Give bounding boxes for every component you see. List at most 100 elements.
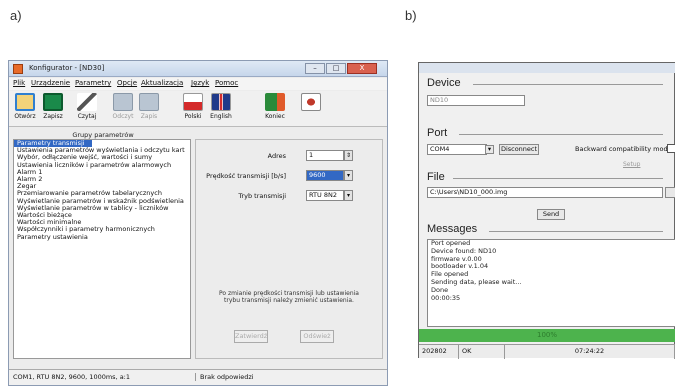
- device-select[interactable]: ND10: [427, 95, 525, 106]
- menu-file[interactable]: Plik: [13, 79, 25, 87]
- list-item[interactable]: Wybór, odłączenie wejść, wartości i sumy: [14, 154, 190, 161]
- refresh-button[interactable]: Odśwież: [300, 330, 334, 343]
- panel-label-a: a): [10, 8, 22, 23]
- menu-bar: Plik Urządzenie Parametry Opcje Aktualiz…: [9, 78, 387, 90]
- browse-button[interactable]: [665, 187, 675, 198]
- menu-help[interactable]: Pomoc: [215, 79, 238, 87]
- exit-button[interactable]: Koniec: [263, 93, 287, 125]
- port-dropdown-icon[interactable]: ▾: [485, 145, 494, 154]
- response-status: Brak odpowiedzi: [195, 373, 254, 381]
- send-button[interactable]: Send: [537, 209, 565, 220]
- list-item[interactable]: Parametry transmisji: [14, 140, 92, 148]
- transmission-mode-select[interactable]: RTU 8N2: [306, 190, 344, 201]
- polish-language-button[interactable]: Polski: [181, 93, 205, 125]
- read-icon: [77, 93, 97, 111]
- address-label: Adres: [267, 152, 286, 160]
- status-bar: 202802 OK 07:24:22: [419, 344, 675, 359]
- menu-parameters[interactable]: Parametry: [75, 79, 111, 87]
- address-input[interactable]: 1: [306, 150, 344, 161]
- parameter-editor-pane: Adres 1 ⇕ Prędkość transmisji [b/s] 9600…: [195, 139, 383, 359]
- connect-button[interactable]: [299, 93, 323, 125]
- status-time: 07:24:22: [505, 345, 675, 359]
- window-title: Konfigurator - [ND30]: [29, 64, 105, 72]
- list-item[interactable]: Wartości minimalne: [14, 219, 190, 226]
- messages-section-label: Messages: [427, 223, 478, 235]
- transmission-mode-dropdown-icon[interactable]: ▾: [344, 190, 353, 201]
- log-line: 00:00:35: [431, 293, 461, 302]
- list-item[interactable]: Alarm 1: [14, 169, 190, 176]
- write-device-button[interactable]: Zapis: [137, 93, 161, 125]
- read-device-button[interactable]: Odczyt: [111, 93, 135, 125]
- port-select[interactable]: COM4: [427, 144, 487, 155]
- status-result: OK: [459, 345, 505, 359]
- save-button[interactable]: Zapisz: [41, 93, 65, 125]
- address-spinner[interactable]: ⇕: [344, 150, 353, 161]
- status-code: 202802: [419, 345, 459, 359]
- app-icon: [13, 64, 23, 74]
- english-label: English: [210, 113, 232, 120]
- toolbar: Otwórz Zapisz Czytaj Odczyt Zapis Polski…: [9, 91, 387, 127]
- connect-icon: [301, 93, 321, 111]
- menu-update[interactable]: Aktualizacja: [141, 79, 183, 87]
- divider: [473, 84, 663, 85]
- list-item[interactable]: Parametry ustawienia: [14, 234, 190, 241]
- baud-rate-dropdown-icon[interactable]: ▾: [344, 170, 353, 181]
- connection-status: COM1, RTU 8N2, 9600, 1000ms, a:1: [13, 373, 131, 381]
- messages-log: Port opened Device found: ND10 firmware …: [427, 239, 675, 327]
- backward-compatibility-label: Backward compatibility mode: [575, 145, 672, 153]
- list-item[interactable]: Współczynniki i parametry harmonicznych: [14, 226, 190, 233]
- progress-bar: 100%: [419, 329, 675, 342]
- log-line: Sending data, please wait...: [431, 277, 522, 286]
- list-item[interactable]: Wyświetlanie parametrów i wskaźnik podśw…: [14, 198, 190, 205]
- maximize-button[interactable]: □: [326, 63, 346, 74]
- read-device-icon: [113, 93, 133, 111]
- title-bar: Konfigurator - [ND30] – □ X: [9, 61, 387, 77]
- konfigurator-window: Konfigurator - [ND30] – □ X Plik Urządze…: [8, 60, 388, 386]
- disconnect-button[interactable]: Disconnect: [499, 144, 539, 155]
- divider: [453, 178, 663, 179]
- open-icon: [15, 93, 35, 111]
- title-bar: [419, 63, 675, 73]
- list-item[interactable]: Zegar: [14, 183, 190, 190]
- backward-compatibility-checkbox[interactable]: [667, 144, 675, 153]
- english-language-button[interactable]: English: [209, 93, 233, 125]
- file-path-input[interactable]: C:\Users\ND10_000.img: [427, 187, 663, 198]
- file-section-label: File: [427, 171, 445, 183]
- parameter-groups-header: Grupy parametrów: [72, 131, 134, 139]
- open-button[interactable]: Otwórz: [13, 93, 37, 125]
- baud-rate-label: Prędkość transmisji [b/s]: [206, 172, 286, 180]
- close-button[interactable]: X: [347, 63, 377, 74]
- polish-flag-icon: [183, 93, 203, 111]
- apply-button[interactable]: Zatwierdź: [234, 330, 268, 343]
- open-label: Otwórz: [14, 113, 36, 120]
- uk-flag-icon: [211, 93, 231, 111]
- port-section-label: Port: [427, 127, 448, 139]
- firmware-update-window: Device ND10 Port COM4 ▾ Disconnect Backw…: [418, 62, 675, 359]
- read-label: Czytaj: [77, 113, 97, 120]
- exit-icon: [265, 93, 285, 111]
- list-item[interactable]: Wyświetlanie parametrów w tablicy - licz…: [14, 205, 190, 212]
- menu-language[interactable]: Język: [191, 79, 209, 87]
- list-item[interactable]: Alarm 2: [14, 176, 190, 183]
- list-item[interactable]: Ustawienia liczników i parametrów alarmo…: [14, 162, 190, 169]
- list-item[interactable]: Przemiarowanie parametrów tabelarycznych: [14, 190, 190, 197]
- status-bar: COM1, RTU 8N2, 9600, 1000ms, a:1 Brak od…: [9, 369, 387, 385]
- baud-rate-select[interactable]: 9600: [306, 170, 344, 181]
- menu-options[interactable]: Opcje: [117, 79, 137, 87]
- divider: [459, 134, 663, 135]
- read-button[interactable]: Czytaj: [75, 93, 99, 125]
- parameter-groups-list[interactable]: Parametry transmisji Ustawienia parametr…: [13, 139, 191, 359]
- menu-device[interactable]: Urządzenie: [31, 79, 70, 87]
- polish-label: Polski: [184, 113, 202, 120]
- save-label: Zapisz: [43, 113, 63, 120]
- panel-label-b: b): [405, 8, 417, 23]
- list-item[interactable]: Ustawienia parametrów wyświetlania i odc…: [14, 147, 190, 154]
- write-device-icon: [139, 93, 159, 111]
- setup-button[interactable]: Setup: [623, 161, 640, 168]
- divider: [489, 231, 663, 232]
- minimize-button[interactable]: –: [305, 63, 325, 74]
- device-section-label: Device: [427, 77, 461, 89]
- list-item[interactable]: Wartości bieżące: [14, 212, 190, 219]
- exit-label: Koniec: [265, 113, 285, 120]
- read-device-label: Odczyt: [112, 113, 134, 120]
